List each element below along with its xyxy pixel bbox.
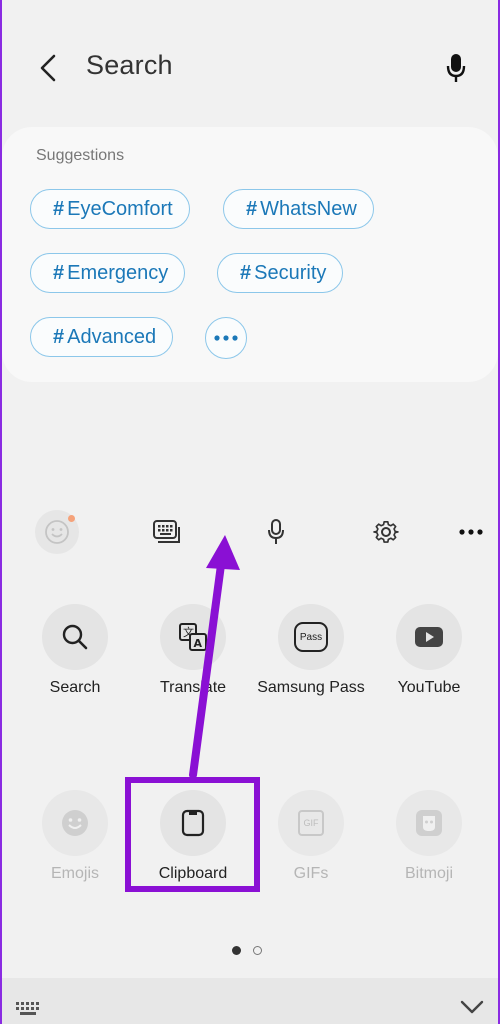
grid-label: YouTube	[397, 679, 461, 696]
grid-item-youtube[interactable]: YouTube	[374, 604, 484, 697]
grid-icon-circle: Pass	[278, 604, 344, 670]
svg-text:A: A	[194, 637, 203, 650]
chip-security[interactable]: # Security	[217, 253, 344, 293]
search-header: Search	[2, 0, 498, 120]
keyboard-icon[interactable]	[16, 1002, 42, 1018]
suggestions-card: Suggestions # EyeComfort # WhatsNew # Em…	[2, 127, 498, 382]
annotation-highlight-box	[125, 777, 260, 892]
grid-label: GIFs	[293, 865, 329, 882]
grid-icon-circle	[396, 790, 462, 856]
toolbar-emoji-button[interactable]	[35, 510, 79, 554]
page-indicator	[232, 946, 262, 955]
grid-item-gifs[interactable]: GIF GIFs	[256, 790, 366, 883]
grid-icon-circle: GIF	[278, 790, 344, 856]
microphone-icon	[446, 54, 466, 82]
grid-label: Search	[49, 679, 101, 696]
chevron-down-icon[interactable]	[460, 1000, 484, 1014]
grid-item-translate[interactable]: 文 A Translate	[138, 604, 248, 697]
suggestions-label: Suggestions	[36, 147, 125, 164]
search-icon	[62, 624, 88, 650]
gear-icon	[373, 521, 399, 543]
emoji-icon	[62, 810, 88, 836]
samsung-pass-icon: Pass	[294, 622, 328, 652]
grid-item-emojis[interactable]: Emojis	[20, 790, 130, 883]
voice-search-button[interactable]	[436, 48, 476, 88]
microphone-outline-icon	[268, 519, 284, 544]
chip-hash: #	[53, 197, 65, 220]
chip-hash: #	[53, 325, 65, 348]
chip-label: Security	[254, 261, 327, 284]
back-arrow-icon	[40, 54, 56, 82]
chip-label: Emergency	[67, 261, 169, 284]
chip-hash: #	[246, 197, 258, 220]
chip-hash: #	[240, 261, 252, 284]
grid-label: Bitmoji	[404, 865, 453, 882]
more-horizontal-icon	[214, 335, 238, 341]
youtube-icon	[415, 627, 443, 647]
grid-icon-circle	[42, 790, 108, 856]
chip-advanced[interactable]: # Advanced	[30, 317, 174, 357]
page-dot-active[interactable]	[232, 946, 241, 955]
chip-label: WhatsNew	[260, 197, 357, 220]
grid-label: Samsung Pass	[257, 679, 365, 696]
chip-label: EyeComfort	[67, 197, 173, 220]
grid-item-samsung-pass[interactable]: Pass Samsung Pass	[256, 604, 366, 697]
toolbar-keyboard-mode-button[interactable]	[145, 510, 189, 554]
toolbar-voice-input-button[interactable]	[254, 510, 298, 554]
grid-label: Emojis	[50, 865, 99, 882]
grid-item-search[interactable]: Search	[20, 604, 130, 697]
chip-eyecomfort[interactable]: # EyeComfort	[30, 189, 190, 229]
back-button[interactable]	[28, 48, 68, 88]
chip-emergency[interactable]: # Emergency	[30, 253, 186, 293]
grid-icon-circle: 文 A	[160, 604, 226, 670]
toolbar-settings-button[interactable]	[364, 510, 408, 554]
grid-icon-circle	[42, 604, 108, 670]
notification-dot	[68, 515, 75, 522]
smiley-icon	[45, 520, 69, 544]
chip-whatsnew[interactable]: # WhatsNew	[223, 189, 374, 229]
keyboard-bottom-bar	[2, 978, 498, 1024]
page-dot[interactable]	[253, 946, 262, 955]
more-horizontal-icon	[459, 529, 483, 535]
chip-hash: #	[53, 261, 65, 284]
translate-icon: 文 A	[179, 623, 207, 651]
keyboard-mode-icon	[153, 520, 180, 543]
grid-icon-circle	[396, 604, 462, 670]
toolbar-more-button[interactable]	[449, 510, 493, 554]
chip-label: Advanced	[67, 325, 157, 348]
grid-label: Translate	[159, 679, 227, 696]
page-title: Search	[86, 50, 173, 80]
grid-item-bitmoji[interactable]: Bitmoji	[374, 790, 484, 883]
gif-icon: GIF	[298, 810, 324, 836]
more-suggestions-button[interactable]	[205, 317, 247, 359]
bitmoji-icon	[416, 810, 442, 836]
